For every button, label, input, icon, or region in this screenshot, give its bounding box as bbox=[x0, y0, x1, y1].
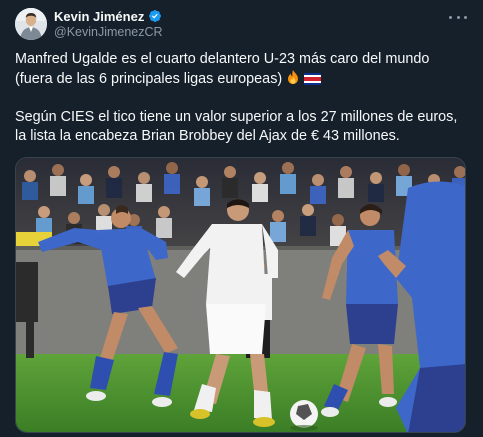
more-options-icon[interactable] bbox=[449, 10, 467, 24]
author-handle[interactable]: @KevinJimenezCR bbox=[54, 25, 163, 39]
costa-rica-flag-emoji-icon bbox=[304, 73, 322, 85]
tweet-text: Manfred Ugalde es el cuarto delantero U-… bbox=[15, 50, 470, 146]
tweet-card: Kevin Jiménez @KevinJimenezCR Manfred Ug… bbox=[0, 0, 483, 437]
avatar[interactable] bbox=[15, 8, 47, 40]
author-display-name[interactable]: Kevin Jiménez bbox=[54, 9, 144, 24]
tweet-paragraph-2: Según CIES el tico tiene un valor superi… bbox=[15, 109, 458, 144]
fire-emoji-icon bbox=[288, 70, 299, 84]
tweet-paragraph-1: Manfred Ugalde es el cuarto delantero U-… bbox=[15, 50, 470, 89]
author-name-row[interactable]: Kevin Jiménez bbox=[54, 8, 162, 24]
profile-photo-icon bbox=[15, 8, 47, 40]
tweet-line-1: Manfred Ugalde es el cuarto delantero U-… bbox=[15, 51, 430, 87]
verified-badge-icon bbox=[149, 10, 162, 22]
football-match-photo-icon bbox=[16, 158, 465, 432]
tweet-photo[interactable] bbox=[15, 157, 466, 433]
